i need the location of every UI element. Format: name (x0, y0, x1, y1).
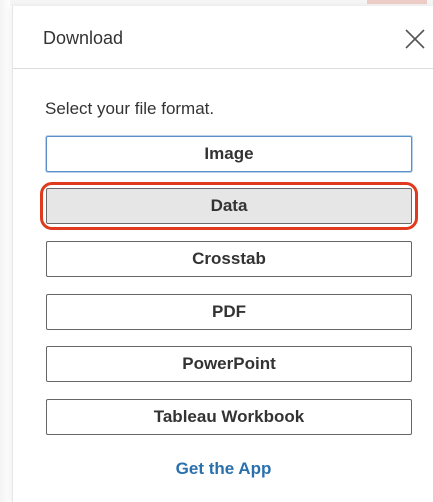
data-format-button[interactable]: Data (46, 188, 412, 224)
get-the-app-link[interactable]: Get the App (13, 459, 433, 479)
pdf-format-button[interactable]: PDF (46, 294, 412, 330)
image-format-button[interactable]: Image (46, 136, 412, 172)
close-icon (405, 29, 425, 49)
format-prompt: Select your file format. (45, 99, 215, 118)
crosstab-format-button[interactable]: Crosstab (46, 241, 412, 277)
dialog-header: Download (13, 6, 433, 69)
tableau-workbook-format-button[interactable]: Tableau Workbook (46, 399, 412, 435)
close-button[interactable] (400, 24, 430, 54)
dialog-title: Download (43, 28, 124, 48)
powerpoint-format-button[interactable]: PowerPoint (46, 346, 412, 382)
download-dialog: Download Select your file format. Image … (12, 6, 433, 502)
background-edge (0, 0, 10, 502)
page: Download Select your file format. Image … (0, 0, 433, 502)
background-mark (367, 0, 427, 4)
